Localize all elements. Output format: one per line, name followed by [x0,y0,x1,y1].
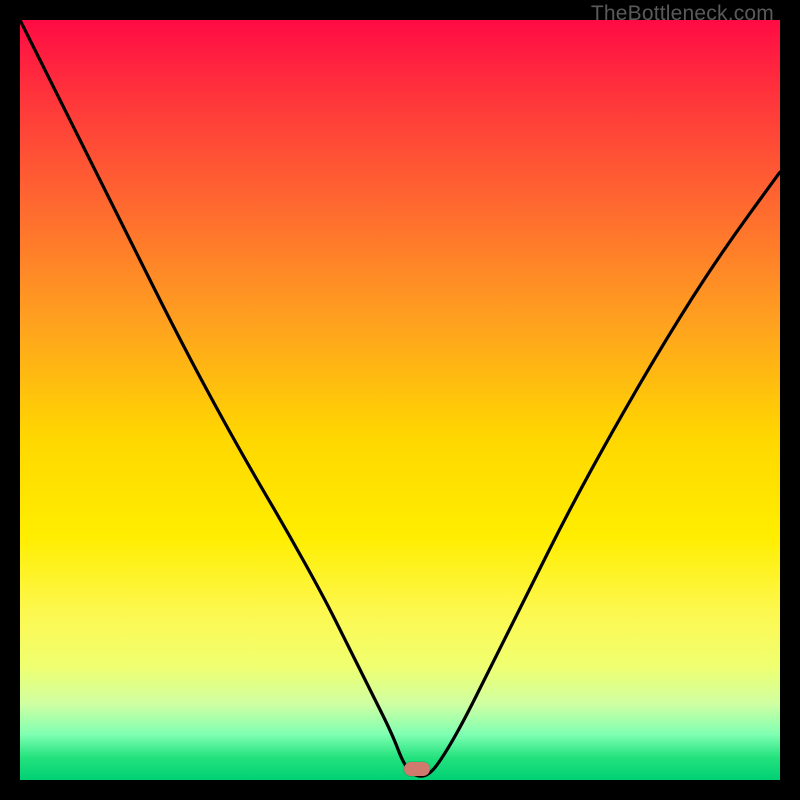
optimal-marker [404,762,430,776]
plot-area [20,20,780,780]
bottleneck-curve [20,20,780,776]
chart-frame: TheBottleneck.com [0,0,800,800]
curve-svg [20,20,780,780]
